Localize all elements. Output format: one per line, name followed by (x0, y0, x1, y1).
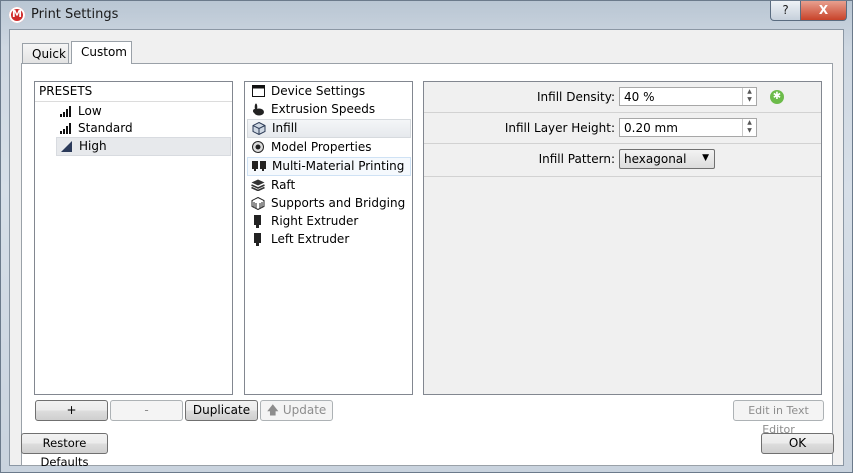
category-label: Device Settings (271, 84, 366, 98)
help-button[interactable]: ? (770, 1, 801, 21)
category-infill[interactable]: Infill (247, 119, 411, 138)
category-left-extruder[interactable]: Left Extruder (247, 231, 411, 248)
edit-in-text-editor-button[interactable]: Edit in Text Editor (733, 400, 824, 436)
category-multi-material-printing[interactable]: Multi-Material Printing (247, 157, 411, 176)
restore-defaults-button[interactable]: Restore Defaults (21, 433, 108, 469)
remove-preset-button[interactable]: - (110, 400, 183, 421)
spin-arrows[interactable]: ▲ ▼ (742, 88, 756, 105)
infill-pattern-value: hexagonal (624, 152, 687, 166)
infill-pattern-label: Infill Pattern: (538, 152, 615, 166)
eye-icon (251, 141, 265, 154)
presets-header: PRESETS (35, 82, 232, 102)
down-arrow-icon[interactable]: ▼ (743, 127, 756, 135)
signal-bars-icon (60, 106, 71, 117)
update-label: Update (282, 403, 327, 417)
presets-list[interactable]: PRESETS Low Standard High (34, 81, 233, 395)
category-label: Left Extruder (271, 232, 350, 246)
settings-category-list[interactable]: Device Settings Extrusion Speeds Infill (244, 81, 413, 395)
window-icon (251, 85, 265, 98)
category-label: Supports and Bridging (271, 196, 406, 210)
rabbit-icon (251, 103, 265, 116)
spin-arrows[interactable]: ▲ ▼ (742, 119, 756, 136)
extruder-icon (251, 215, 265, 228)
ok-button[interactable]: OK (761, 433, 834, 454)
preset-label: High (79, 139, 107, 153)
preset-item-low[interactable]: Low (56, 103, 232, 120)
infill-layer-height-spinbox[interactable]: 0.20 mm ▲ ▼ (619, 118, 757, 137)
category-label: Raft (271, 178, 296, 192)
close-button[interactable]: X (800, 1, 847, 21)
infill-layer-height-label: Infill Layer Height: (504, 121, 615, 135)
category-label: Multi-Material Printing (272, 159, 405, 173)
category-right-extruder[interactable]: Right Extruder (247, 213, 411, 230)
dialog-client-area: Quick Custom PRESETS Low Standard High D… (9, 29, 844, 469)
category-raft[interactable]: Raft (247, 177, 411, 194)
down-arrow-icon[interactable]: ▼ (743, 96, 756, 104)
infill-density-value: 40 % (624, 90, 655, 104)
infill-settings-panel: Infill Density: 40 % ▲ ▼ ✱ Infill Layer H… (423, 81, 822, 395)
dual-extruder-icon (252, 160, 266, 173)
category-label: Right Extruder (271, 214, 359, 228)
tab-quick[interactable]: Quick (22, 43, 69, 63)
category-device-settings[interactable]: Device Settings (247, 83, 411, 100)
makerbot-logo-icon: M (9, 7, 25, 23)
chevron-down-icon: ▼ (702, 153, 709, 163)
extruder-icon (251, 233, 265, 246)
print-settings-window: M Print Settings ? X Quick Custom PRESET… (0, 0, 853, 473)
layers-icon (251, 179, 265, 192)
preset-item-standard[interactable]: Standard (56, 120, 232, 137)
infill-layer-height-value: 0.20 mm (624, 121, 678, 135)
wedge-icon (61, 141, 72, 152)
add-preset-button[interactable]: + (35, 400, 108, 421)
category-label: Infill (272, 121, 298, 135)
support-cube-icon (251, 196, 265, 211)
infill-density-label: Infill Density: (537, 90, 615, 104)
category-extrusion-speeds[interactable]: Extrusion Speeds (247, 101, 411, 118)
tab-custom[interactable]: Custom (71, 41, 132, 64)
up-arrow-icon[interactable]: ▲ (743, 119, 756, 127)
infill-layer-height-row: Infill Layer Height: 0.20 mm ▲ ▼ (424, 113, 821, 144)
preset-item-high[interactable]: High (56, 137, 231, 156)
update-preset-button[interactable]: 🡅 Update (260, 400, 333, 421)
window-title: Print Settings (31, 7, 119, 22)
infill-density-spinbox[interactable]: 40 % ▲ ▼ (619, 87, 757, 106)
duplicate-preset-button[interactable]: Duplicate (185, 400, 258, 421)
preset-label: Standard (78, 121, 133, 135)
category-label: Extrusion Speeds (271, 102, 376, 116)
infill-pattern-row: Infill Pattern: hexagonal ▼ (424, 144, 821, 177)
category-label: Model Properties (271, 140, 372, 154)
modified-indicator-icon[interactable]: ✱ (770, 90, 784, 104)
category-supports-and-bridging[interactable]: Supports and Bridging (247, 195, 411, 212)
arrow-up-icon: 🡅 (266, 403, 280, 417)
preset-label: Low (78, 104, 102, 118)
honeycomb-cube-icon (252, 121, 266, 136)
up-arrow-icon[interactable]: ▲ (743, 88, 756, 96)
infill-density-row: Infill Density: 40 % ▲ ▼ ✱ (424, 82, 821, 113)
signal-bars-icon (60, 123, 71, 134)
infill-pattern-dropdown[interactable]: hexagonal ▼ (619, 149, 715, 169)
category-model-properties[interactable]: Model Properties (247, 139, 411, 156)
title-bar[interactable]: M Print Settings ? X (1, 1, 852, 29)
custom-tab-pane: PRESETS Low Standard High Device Setting… (21, 63, 833, 466)
